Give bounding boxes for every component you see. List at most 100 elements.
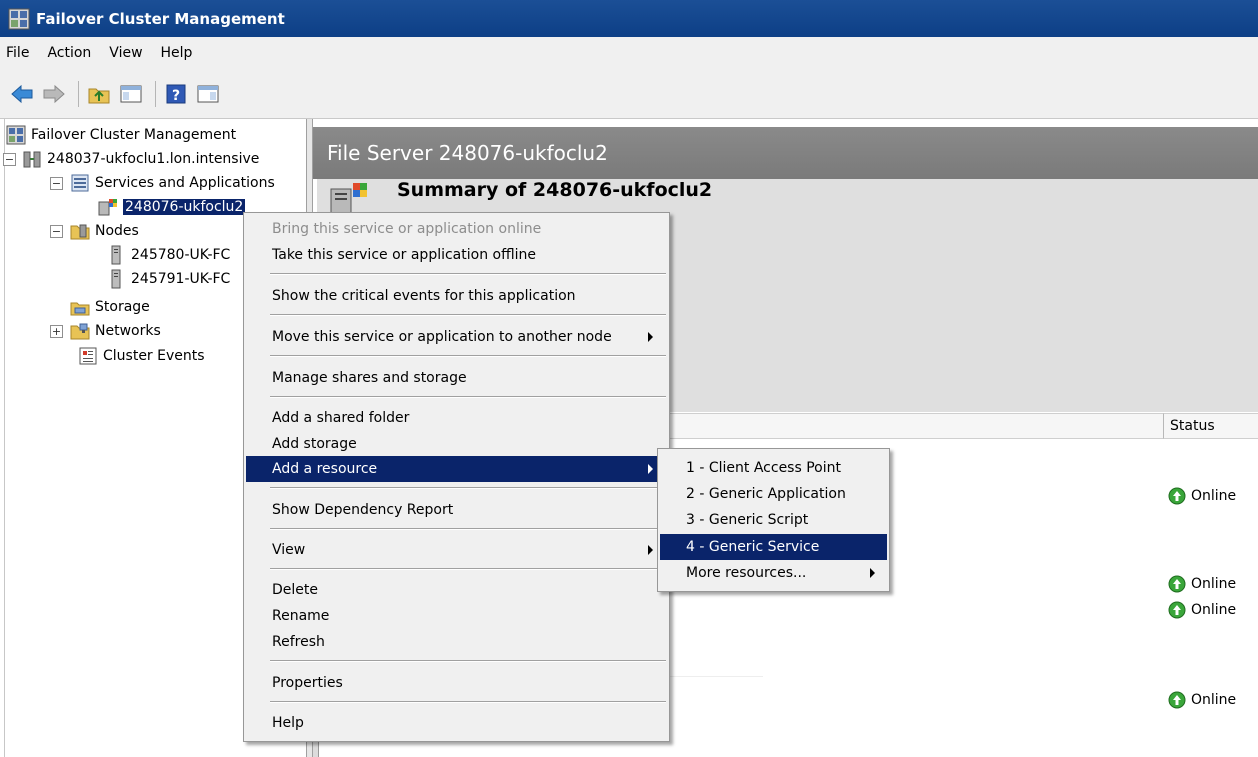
status-cell: Online [1168, 487, 1236, 505]
page-title: File Server 248076-ukfoclu2 [313, 127, 1258, 179]
server-icon [111, 245, 121, 265]
menu-item-help[interactable]: Help [246, 710, 667, 736]
menu-separator [270, 660, 666, 662]
menu-item-move[interactable]: Move this service or application to anot… [246, 324, 667, 350]
title-bar: Failover Cluster Management [0, 0, 1258, 37]
svg-text:?: ? [172, 88, 180, 104]
back-icon[interactable] [8, 80, 36, 108]
submenu-arrow-icon [648, 545, 653, 555]
tree-label: Services and Applications [95, 175, 275, 191]
tree-label: 245791-UK-FC [131, 271, 231, 287]
collapse-toggle[interactable]: − [50, 177, 63, 190]
menu-item-delete[interactable]: Delete [246, 577, 667, 603]
networks-icon [70, 323, 90, 340]
menu-separator [270, 568, 666, 570]
menu-separator [270, 487, 666, 489]
add-resource-submenu: 1 - Client Access Point 2 - Generic Appl… [657, 448, 890, 592]
menu-separator [270, 396, 666, 398]
online-icon [1168, 575, 1186, 593]
tree-item-cluster-events[interactable]: Cluster Events [78, 344, 205, 368]
help-icon[interactable]: ? [162, 80, 190, 108]
submenu-item-client-access-point[interactable]: 1 - Client Access Point [660, 455, 887, 481]
submenu-arrow-icon [870, 568, 875, 578]
menu-item-add-storage[interactable]: Add storage [246, 431, 667, 457]
menu-item-manage-shares[interactable]: Manage shares and storage [246, 365, 667, 391]
menu-item-critical-events[interactable]: Show the critical events for this applic… [246, 283, 667, 309]
submenu-arrow-icon [648, 464, 653, 474]
status-text: Online [1191, 488, 1237, 504]
toolbar-separator [155, 80, 156, 107]
submenu-item-generic-script[interactable]: 3 - Generic Script [660, 507, 887, 533]
menu-item-rename[interactable]: Rename [246, 603, 667, 629]
show-hide-tree-icon[interactable] [117, 80, 145, 108]
tree-item-services[interactable]: Services and Applications [70, 171, 275, 195]
menu-item-view[interactable]: View [246, 537, 667, 563]
forward-icon[interactable] [40, 80, 68, 108]
context-menu: Bring this service or application online… [243, 212, 670, 742]
menu-file[interactable]: File [6, 45, 29, 61]
up-folder-icon[interactable] [85, 80, 113, 108]
services-icon [71, 174, 89, 192]
submenu-item-generic-service[interactable]: 4 - Generic Service [660, 534, 887, 560]
toolbar: ? [0, 69, 1258, 119]
submenu-arrow-icon [648, 332, 653, 342]
tree-label: 245780-UK-FC [131, 247, 231, 263]
status-text: Online [1191, 692, 1237, 708]
tree-label: Networks [95, 323, 161, 339]
cluster-icon [23, 151, 41, 168]
menu-item-bring-online[interactable]: Bring this service or application online [246, 216, 667, 242]
status-column-header[interactable]: Status [1163, 413, 1258, 439]
menu-separator [270, 528, 666, 530]
storage-icon [70, 302, 90, 316]
server-icon [111, 269, 121, 289]
online-icon [1168, 691, 1186, 709]
submenu-item-more-resources[interactable]: More resources... [660, 560, 887, 586]
menu-item-take-offline[interactable]: Take this service or application offline [246, 242, 667, 268]
cluster-app-icon [8, 8, 30, 29]
cluster-management-icon [6, 125, 26, 145]
online-icon [1168, 601, 1186, 619]
tree-label: Storage [95, 299, 150, 315]
tree-item-cluster[interactable]: 248037-ukfoclu1.lon.intensive [22, 147, 259, 171]
tree-label: Failover Cluster Management [31, 127, 237, 143]
submenu-item-generic-application[interactable]: 2 - Generic Application [660, 481, 887, 507]
tree-item-node-1[interactable]: 245780-UK-FC [106, 243, 230, 267]
events-icon [79, 347, 97, 365]
window-title: Failover Cluster Management [36, 9, 285, 28]
menu-item-add-shared-folder[interactable]: Add a shared folder [246, 405, 667, 431]
tree-item-root[interactable]: Failover Cluster Management [6, 123, 236, 147]
menu-item-refresh[interactable]: Refresh [246, 629, 667, 655]
status-cell: Online [1168, 601, 1236, 619]
tree-item-node-2[interactable]: 245791-UK-FC [106, 267, 230, 291]
tree-label: 248037-ukfoclu1.lon.intensive [47, 151, 260, 167]
menu-item-dependency-report[interactable]: Show Dependency Report [246, 497, 667, 523]
collapse-toggle[interactable]: − [3, 153, 16, 166]
tree-item-nodes[interactable]: Nodes [70, 219, 139, 243]
tree-label: Cluster Events [103, 348, 205, 364]
show-hide-action-pane-icon[interactable] [194, 80, 222, 108]
menu-view[interactable]: View [109, 45, 142, 61]
tree-item-storage[interactable]: Storage [70, 295, 150, 319]
tree-item-service-selected[interactable]: 248076-ukfoclu2 [98, 195, 247, 219]
menu-separator [270, 314, 666, 316]
menu-help[interactable]: Help [161, 45, 193, 61]
expand-toggle[interactable]: + [50, 325, 63, 338]
toolbar-separator [78, 80, 79, 107]
menu-item-properties[interactable]: Properties [246, 670, 667, 696]
tree-item-networks[interactable]: Networks [70, 319, 161, 343]
status-text: Online [1191, 576, 1237, 592]
menu-action[interactable]: Action [47, 45, 91, 61]
menu-separator [270, 355, 666, 357]
summary-title: Summary of 248076-ukfoclu2 [397, 179, 713, 201]
online-icon [1168, 487, 1186, 505]
collapse-toggle[interactable]: − [50, 225, 63, 238]
menu-separator [270, 273, 666, 275]
status-cell: Online [1168, 575, 1236, 593]
tree-border [4, 119, 5, 757]
menu-bar: File Action View Help [0, 37, 1258, 69]
nodes-icon [70, 224, 90, 240]
status-cell: Online [1168, 691, 1236, 709]
menu-item-add-resource[interactable]: Add a resource [246, 456, 667, 482]
file-server-icon [98, 199, 117, 216]
status-text: Online [1191, 602, 1237, 618]
